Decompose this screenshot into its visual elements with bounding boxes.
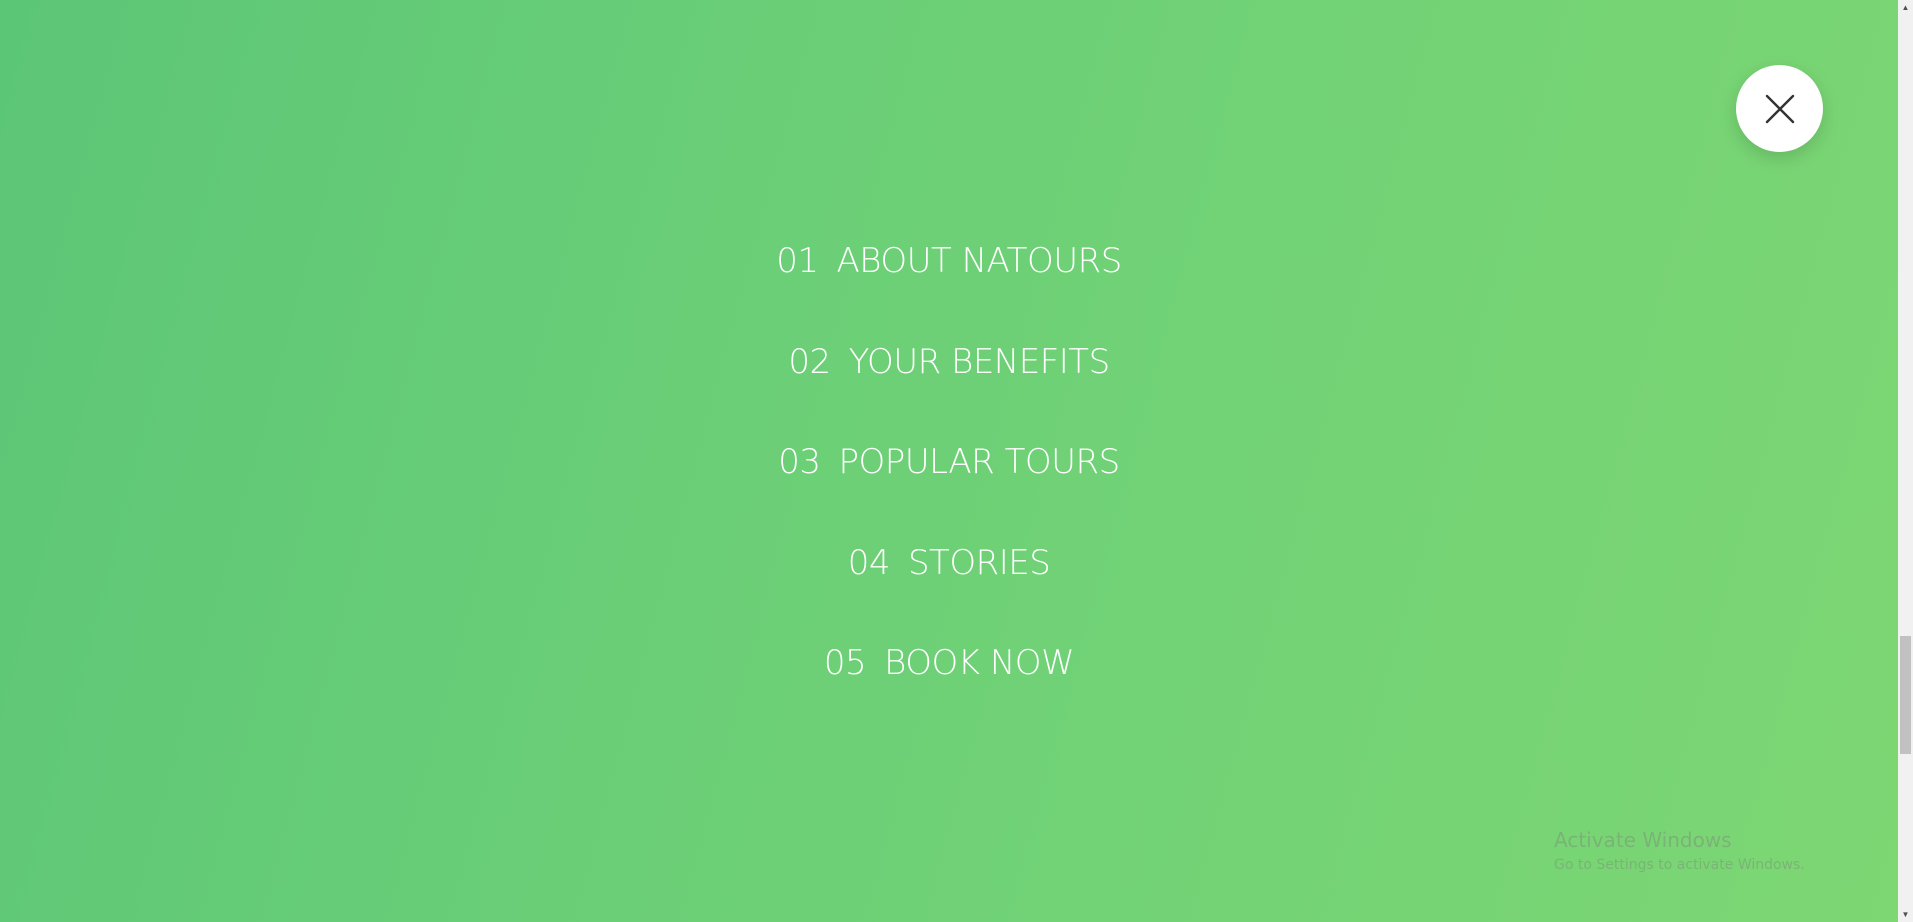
nav-item-label: POPULAR TOURS bbox=[838, 442, 1121, 482]
nav-item-label: YOUR BENEFITS bbox=[848, 341, 1111, 382]
nav-item-book-now: 05 BOOK NOW bbox=[0, 632, 1898, 733]
close-menu-button[interactable] bbox=[1736, 65, 1823, 152]
close-icon bbox=[1765, 94, 1794, 123]
nav-item-your-benefits: 02 YOUR BENEFITS bbox=[0, 331, 1898, 432]
nav-link-book-now[interactable]: 05 BOOK NOW bbox=[823, 632, 1075, 695]
nav-item-number: 04 bbox=[847, 542, 891, 583]
vertical-scrollbar[interactable]: ▲ ▼ bbox=[1898, 0, 1913, 922]
navigation-list: 01 ABOUT NATOURS 02 YOUR BENEFITS 03 POPULA… bbox=[0, 230, 1898, 733]
nav-item-number: 02 bbox=[788, 341, 831, 382]
nav-link-your-benefits[interactable]: 02 YOUR BENEFITS bbox=[788, 331, 1111, 394]
activate-windows-watermark: Activate Windows Go to Settings to activ… bbox=[1554, 826, 1805, 876]
watermark-title: Activate Windows bbox=[1554, 828, 1732, 852]
nav-item-number: 03 bbox=[778, 442, 821, 482]
nav-item-about-natours: 01 ABOUT NATOURS bbox=[0, 230, 1898, 331]
nav-item-number: 01 bbox=[776, 241, 819, 281]
scroll-down-arrow-icon[interactable]: ▼ bbox=[1898, 907, 1913, 922]
nav-item-label: STORIES bbox=[907, 542, 1051, 583]
nav-item-number: 05 bbox=[823, 643, 867, 683]
nav-link-popular-tours[interactable]: 03 POPULAR TOURS bbox=[778, 431, 1121, 494]
nav-item-label: BOOK NOW bbox=[884, 643, 1075, 683]
watermark-subtitle: Go to Settings to activate Windows. bbox=[1554, 857, 1805, 873]
scrollbar-thumb[interactable] bbox=[1900, 636, 1911, 754]
nav-item-label: ABOUT NATOURS bbox=[836, 241, 1122, 281]
nav-link-about-natours[interactable]: 01 ABOUT NATOURS bbox=[776, 230, 1122, 293]
nav-link-stories[interactable]: 04 STORIES bbox=[848, 532, 1051, 595]
nav-item-popular-tours: 03 POPULAR TOURS bbox=[0, 431, 1898, 532]
scroll-up-arrow-icon[interactable]: ▲ bbox=[1898, 0, 1913, 15]
nav-item-stories: 04 STORIES bbox=[0, 532, 1898, 633]
